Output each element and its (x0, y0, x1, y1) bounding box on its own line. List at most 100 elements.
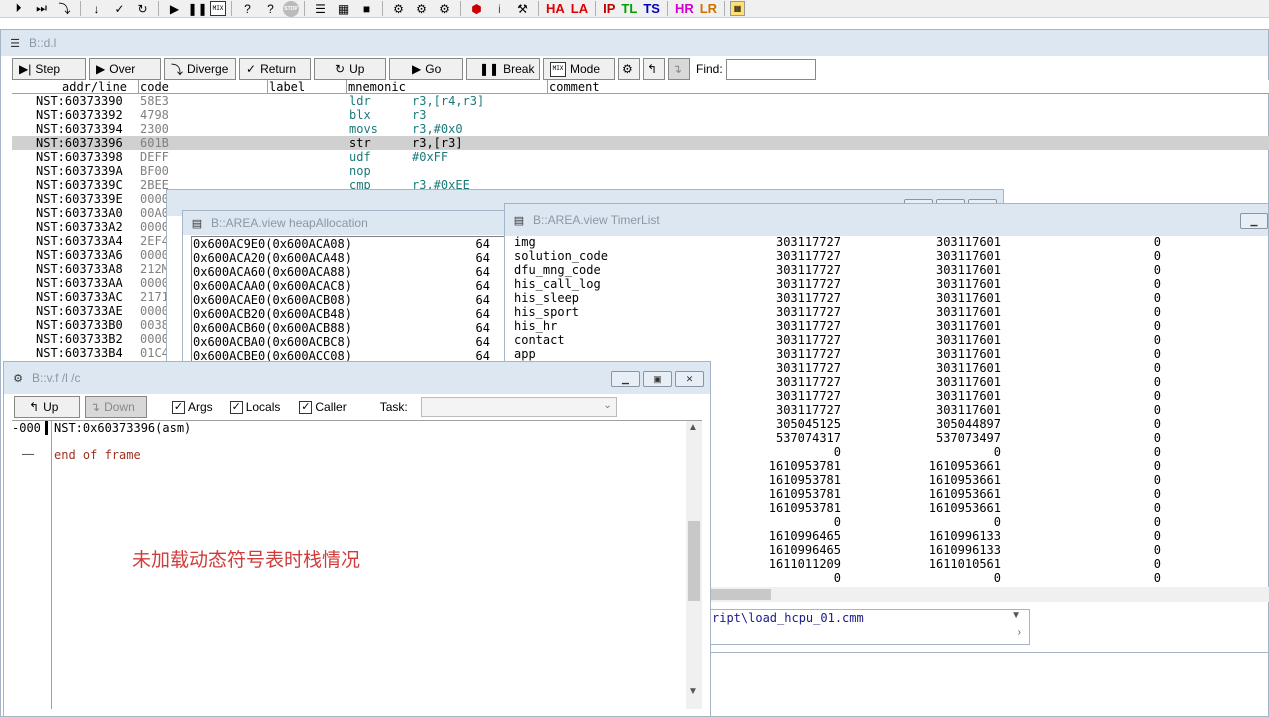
table-row[interactable]: solution_code 303117727 303117601 0 (513, 249, 1263, 263)
list-item[interactable]: 0x600ACAE0(0x600ACB08) 64 (192, 293, 506, 307)
maximize-button[interactable]: ▣ (643, 371, 672, 387)
over-button[interactable]: ▶ Over (89, 58, 161, 80)
diverge-button[interactable]: ⤵ Diverge (164, 58, 236, 80)
list-item[interactable]: 0x600ACBA0(0x600ACBC8) 64 (192, 335, 506, 349)
col-mnemonic[interactable]: mnemonic (348, 80, 406, 94)
return-button[interactable]: ✓ Return (239, 58, 311, 80)
frame-up-button[interactable]: ↰ Up (14, 396, 80, 418)
step-over-icon[interactable]: ⏭ (31, 0, 52, 17)
table-row[interactable]: his_hr 303117727 303117601 0 (513, 319, 1263, 333)
mode-icon[interactable]: MIX (210, 1, 226, 16)
go-button[interactable]: ▶ Go (389, 58, 463, 80)
up-frame-button[interactable]: ↰ (643, 58, 665, 80)
frame-index[interactable]: -000 (12, 421, 41, 435)
reg-la-button[interactable]: LA (569, 1, 590, 16)
col-divider[interactable] (267, 80, 268, 94)
list-icon[interactable]: ☰ (310, 0, 331, 17)
timer-hscroll[interactable] (709, 587, 1269, 602)
chevron-down-icon[interactable]: ▼ (1011, 610, 1021, 621)
minimize-button[interactable]: ▁ (611, 371, 640, 387)
reset-icon[interactable]: ⬢ (466, 0, 487, 17)
table-row[interactable]: NST:60373398 DEFF udf #0xFF (12, 150, 1269, 164)
col-divider[interactable] (138, 80, 139, 94)
reg-ts-button[interactable]: TS (641, 1, 662, 16)
up-button[interactable]: ↻ Up (314, 58, 386, 80)
col-divider[interactable] (346, 80, 347, 94)
reg-ip-button[interactable]: IP (601, 1, 617, 16)
reg-tl-button[interactable]: TL (619, 1, 639, 16)
trace-icon-2[interactable]: ⚙ (411, 0, 432, 17)
close-button[interactable]: ✕ (675, 371, 704, 387)
col-code[interactable]: code (140, 80, 169, 94)
heap-list[interactable]: 0x600AC9E0(0x600ACA08) 64 0x600ACA20(0x600… (191, 236, 507, 369)
chevron-down-icon[interactable]: ⌄ (603, 400, 611, 411)
table-row[interactable]: NST:60373390 58E3 ldr r3,[r4,r3] (12, 94, 1269, 108)
find-input[interactable] (725, 58, 816, 80)
table-row[interactable]: NST:60373396 601B str r3,[r3] (12, 136, 1269, 150)
timer-window-titlebar[interactable]: ▤ B::AREA.view TimerList ▁ (505, 204, 1268, 236)
frame-window-titlebar[interactable]: ⚙ B::v.f /l /c ▁ ▣ ✕ (4, 362, 710, 394)
list-item[interactable]: 0x600ACB60(0x600ACB88) 64 (192, 321, 506, 335)
args-checkbox[interactable]: ✓ Args (172, 400, 213, 414)
go-icon[interactable]: ▶ (164, 0, 185, 17)
chevron-right-icon[interactable]: › (1018, 627, 1021, 638)
table-row[interactable]: contact 303117727 303117601 0 (513, 333, 1263, 347)
mode-button[interactable]: MIX Mode (543, 58, 615, 80)
caller-checkbox[interactable]: ✓ Caller (299, 400, 347, 414)
info-icon[interactable]: i (489, 0, 510, 17)
chevron-up-icon[interactable]: ▲ (688, 422, 698, 433)
break-button[interactable]: ❚❚ Break (466, 58, 540, 80)
reg-hr-button[interactable]: HR (673, 1, 696, 16)
list-window-titlebar[interactable]: ☰ B::d.l (1, 30, 1268, 56)
table-row[interactable]: NST:6037339A BF00 nop (12, 164, 1269, 178)
memory-icon[interactable]: ■ (356, 0, 377, 17)
table-row[interactable]: NST:60373394 2300 movs r3,#0x0 (12, 122, 1269, 136)
table-row[interactable]: dfu_mng_code 303117727 303117601 0 (513, 263, 1263, 277)
list-item[interactable]: 0x600ACAA0(0x600ACAC8) 64 (192, 279, 506, 293)
break-label: Break (503, 62, 535, 76)
trace-icon-1[interactable]: ⚙ (388, 0, 409, 17)
table-row[interactable]: NST:60373392 4798 blx r3 (12, 108, 1269, 122)
locals-checkbox[interactable]: ✓ Locals (229, 400, 280, 414)
reg-lr-button[interactable]: LR (698, 1, 719, 16)
tools-icon[interactable]: ⚒ (512, 0, 533, 17)
table-row[interactable]: his_sleep 303117727 303117601 0 (513, 291, 1263, 305)
help-icon[interactable]: ? (237, 0, 258, 17)
list-item[interactable]: 0x600ACA60(0x600ACA88) 64 (192, 265, 506, 279)
col-label[interactable]: label (269, 80, 305, 94)
grid-icon[interactable]: ▦ (730, 1, 746, 16)
list-item[interactable]: 0x600AC9E0(0x600ACA08) 64 (192, 237, 506, 251)
table-row[interactable]: app 303117727 303117601 0 (513, 347, 1263, 361)
check-icon[interactable]: ✓ (109, 0, 130, 17)
step-down-icon[interactable]: ↓ (86, 0, 107, 17)
return-icon[interactable]: ↻ (132, 0, 153, 17)
minimize-button[interactable]: ▁ (1240, 213, 1268, 229)
timer-hscroll-thumb[interactable] (709, 589, 771, 600)
frame-down-button[interactable]: ↴ Down (85, 396, 147, 418)
trace-button[interactable]: ⚙ (618, 58, 640, 80)
table-row[interactable]: his_sport 303117727 303117601 0 (513, 305, 1263, 319)
step-icon[interactable]: ⏵ (8, 0, 29, 17)
mixed-icon[interactable]: ▦ (333, 0, 354, 17)
task-select[interactable]: ⌄ (420, 397, 617, 417)
reg-ha-button[interactable]: HA (544, 1, 567, 16)
list-item[interactable]: 0x600ACB20(0x600ACB48) 64 (192, 307, 506, 321)
step-button[interactable]: ▶| Step (12, 58, 86, 80)
frame-entry[interactable]: NST:0x60373396(asm) (54, 421, 191, 435)
list-item[interactable]: 0x600ACA20(0x600ACA48) 64 (192, 251, 506, 265)
down-frame-button[interactable]: ↴ (668, 58, 690, 80)
heap-window-titlebar[interactable]: ▤ B::AREA.view heapAllocation (183, 211, 511, 235)
chevron-down-icon[interactable]: ▼ (688, 686, 698, 697)
table-row[interactable]: his_call_log 303117727 303117601 0 (513, 277, 1263, 291)
frame-vscroll-thumb[interactable] (688, 521, 700, 601)
stop-icon[interactable]: STOP (283, 0, 299, 17)
frame-vscroll[interactable]: ▲ ▼ (686, 421, 702, 709)
col-comment[interactable]: comment (549, 80, 600, 94)
table-row[interactable]: img 303117727 303117601 0 (513, 235, 1263, 249)
trace-icon-3[interactable]: ⚙ (434, 0, 455, 17)
col-addr[interactable]: addr/line (62, 80, 127, 94)
break-icon[interactable]: ❚❚ (187, 0, 208, 17)
step-diverge-icon[interactable]: ⤵ (54, 0, 75, 17)
col-divider[interactable] (547, 80, 548, 94)
context-help-icon[interactable]: ? (260, 0, 281, 17)
